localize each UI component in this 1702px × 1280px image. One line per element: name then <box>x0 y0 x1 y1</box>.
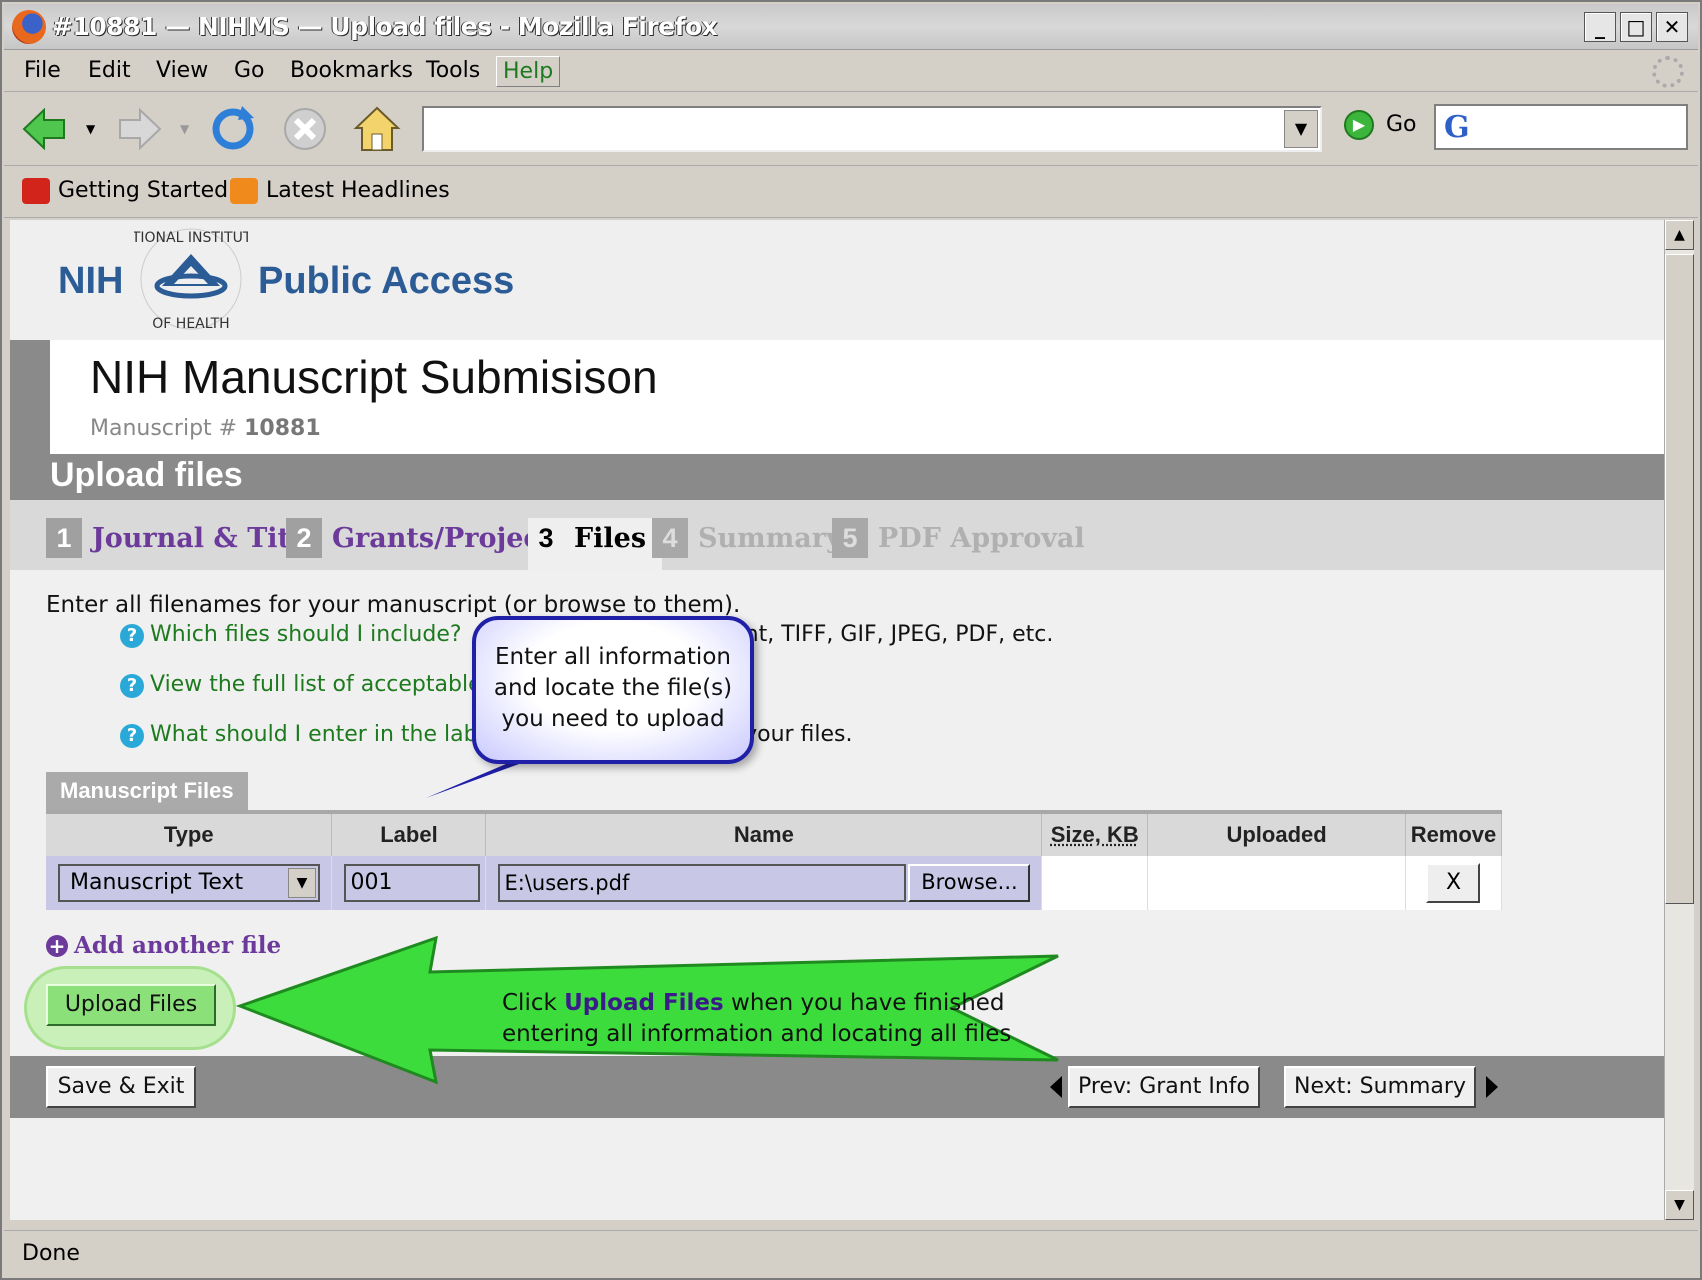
callout-line: Enter all information <box>495 644 731 670</box>
arrow-text-post: when you have finished <box>723 990 1005 1016</box>
bookmark-label: Getting Started <box>58 178 229 203</box>
home-icon[interactable] <box>352 104 402 154</box>
menu-file[interactable]: File <box>18 56 67 85</box>
menu-help[interactable]: Help <box>496 56 561 87</box>
vertical-scrollbar[interactable]: ▲ ▼ <box>1664 220 1694 1220</box>
go-label: Go <box>1386 112 1417 137</box>
callout-line: and locate the file(s) <box>493 675 733 701</box>
forward-arrow-icon[interactable] <box>114 104 164 154</box>
annotation-overlay <box>235 760 1059 1085</box>
menu-go[interactable]: Go <box>228 56 271 85</box>
callout-line: you need to upload <box>501 706 725 732</box>
search-box[interactable]: G <box>1434 104 1688 150</box>
page-content: NIH NATIONAL INSTITUTES OF HEALTH Public… <box>10 220 1664 1220</box>
rss-icon <box>230 178 258 204</box>
firefox-icon <box>12 10 46 44</box>
reload-icon[interactable] <box>208 104 258 154</box>
window-title: #10881 — NIHMS — Upload files - Mozilla … <box>52 12 718 41</box>
back-arrow-icon[interactable] <box>20 104 70 154</box>
go-icon: ▶ <box>1344 110 1374 140</box>
bookmark-label: Latest Headlines <box>266 178 450 203</box>
stop-icon[interactable] <box>280 104 330 154</box>
firefox-bookmark-icon <box>22 178 50 204</box>
bookmark-latest-headlines[interactable]: Latest Headlines <box>230 178 450 204</box>
throbber-icon <box>1652 56 1684 88</box>
navigation-toolbar: ▼ ▼ ▼ ▶ Go G <box>4 92 1698 166</box>
bookmarks-toolbar: Getting Started Latest Headlines <box>4 166 1698 218</box>
google-icon: G <box>1444 110 1470 145</box>
callout-pointer <box>426 760 530 798</box>
status-bar: Done <box>4 1230 1698 1278</box>
address-bar[interactable]: ▼ <box>422 106 1322 152</box>
title-bar: #10881 — NIHMS — Upload files - Mozilla … <box>4 4 1698 50</box>
info-callout: Enter all information and locate the fil… <box>472 616 754 764</box>
arrow-text-line2: entering all information and locating al… <box>502 1021 1012 1047</box>
bookmark-getting-started[interactable]: Getting Started <box>22 178 228 204</box>
minimize-button[interactable]: _ <box>1584 12 1616 42</box>
maximize-button[interactable]: □ <box>1620 12 1652 42</box>
menu-edit[interactable]: Edit <box>82 56 137 85</box>
arrow-text-pre: Click <box>502 990 565 1016</box>
go-button[interactable]: ▶ Go <box>1344 110 1417 140</box>
arrow-text-bold: Upload Files <box>564 990 724 1016</box>
back-dropdown-icon[interactable]: ▼ <box>86 122 95 136</box>
status-text: Done <box>22 1241 80 1266</box>
arrow-annotation-text: Click Upload Files when you have finishe… <box>502 988 1022 1050</box>
menu-bar: File Edit View Go Bookmarks Tools Help <box>4 50 1698 92</box>
scroll-thumb[interactable] <box>1665 254 1694 904</box>
browser-window: #10881 — NIHMS — Upload files - Mozilla … <box>0 0 1702 1280</box>
menu-bookmarks[interactable]: Bookmarks <box>284 56 419 85</box>
scroll-down-icon[interactable]: ▼ <box>1665 1190 1694 1220</box>
forward-dropdown-icon[interactable]: ▼ <box>180 122 189 136</box>
menu-tools[interactable]: Tools <box>420 56 486 85</box>
menu-view[interactable]: View <box>150 56 214 85</box>
url-dropdown-icon[interactable]: ▼ <box>1284 110 1318 148</box>
scroll-up-icon[interactable]: ▲ <box>1665 220 1694 250</box>
close-button[interactable]: ✕ <box>1656 12 1688 42</box>
